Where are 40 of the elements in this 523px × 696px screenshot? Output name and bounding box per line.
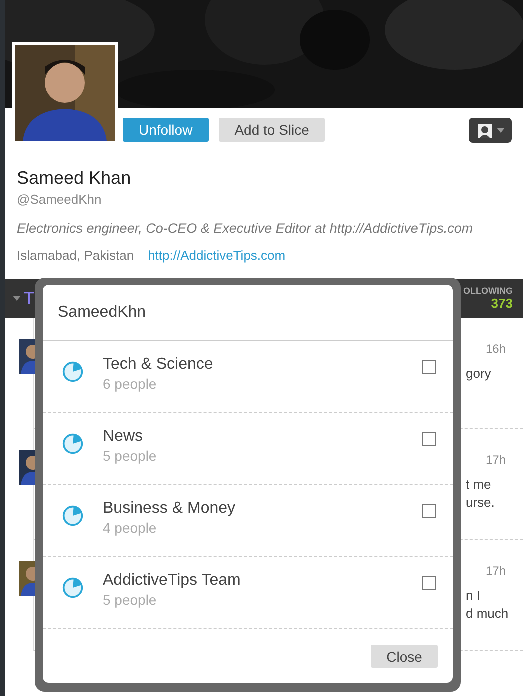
- tweet-text: d much: [466, 605, 509, 623]
- pie-icon: [62, 433, 84, 455]
- checkbox[interactable]: [422, 360, 436, 374]
- profile-name: Sameed Khan: [17, 168, 132, 189]
- following-count: 373: [491, 296, 513, 311]
- list-count: 5 people: [103, 448, 158, 464]
- list-name: AddictiveTips Team: [103, 572, 242, 590]
- tweet-text: gory: [466, 365, 492, 383]
- caret-icon: [13, 296, 21, 301]
- tweet-text: urse.: [466, 494, 495, 512]
- website-link[interactable]: http://AddictiveTips.com: [148, 248, 286, 263]
- tweet-text: t me: [466, 476, 492, 494]
- profile-location: Islamabad, Pakistan: [17, 248, 134, 263]
- tweet-time: 17h: [486, 453, 506, 467]
- unfollow-button[interactable]: Unfollow: [123, 118, 209, 142]
- following-label: OLLOWING: [464, 286, 513, 296]
- user-icon: [476, 122, 492, 138]
- caret-icon: [496, 128, 504, 133]
- dialog-title: SameedKhn: [43, 285, 453, 341]
- tweet-time: 16h: [486, 342, 506, 356]
- pie-icon: [62, 361, 84, 383]
- profile-bio: Electronics engineer, Co-CEO & Executive Editor at http://AddictiveTips.com: [17, 221, 474, 236]
- list-count: 5 people: [103, 592, 158, 608]
- pie-icon: [62, 505, 84, 527]
- pie-icon: [62, 577, 84, 599]
- list-count: 6 people: [103, 376, 158, 392]
- tweet-time: 17h: [486, 564, 506, 578]
- checkbox[interactable]: [422, 504, 436, 518]
- checkbox[interactable]: [422, 576, 436, 590]
- add-to-slice-button[interactable]: Add to Slice: [218, 118, 326, 142]
- tab-label[interactable]: T: [24, 288, 34, 308]
- user-menu-button[interactable]: [469, 118, 512, 143]
- list-name: Tech & Science: [103, 356, 214, 374]
- profile-handle: @SameedKhn: [17, 192, 103, 207]
- list-name: News: [103, 428, 144, 446]
- checkbox[interactable]: [422, 432, 436, 446]
- list-name: Business & Money: [103, 500, 237, 518]
- close-button[interactable]: Close: [371, 645, 438, 668]
- tweet-text: n I: [466, 587, 482, 605]
- list-count: 4 people: [103, 520, 158, 536]
